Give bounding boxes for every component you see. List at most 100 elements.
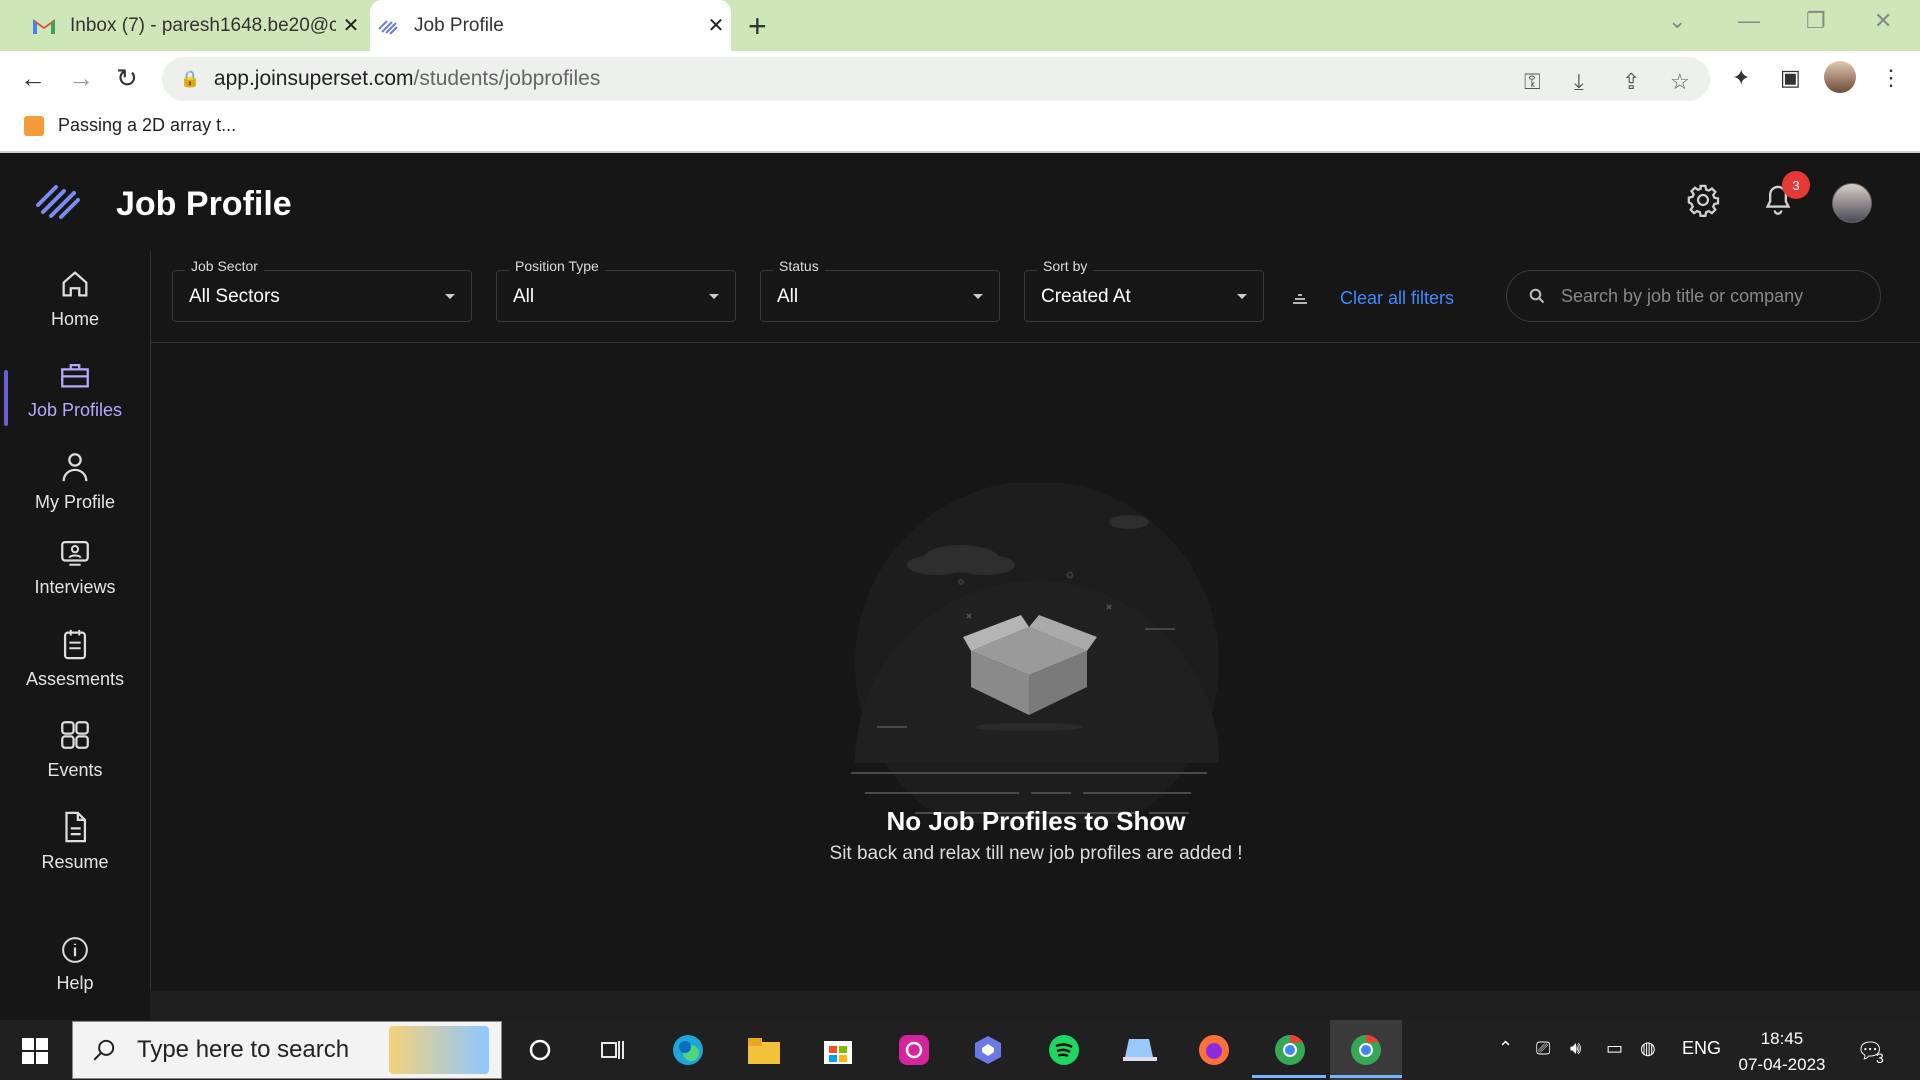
sidebar-item-help[interactable]: Help	[0, 935, 150, 994]
file-explorer-icon[interactable]	[744, 1030, 784, 1070]
star-icon[interactable]: ☆	[1670, 69, 1690, 95]
close-window-button[interactable]: ✕	[1874, 8, 1892, 34]
tab-job-profile[interactable]: Job Profile ✕	[370, 0, 731, 51]
search-input[interactable]: Search by job title or company	[1506, 270, 1881, 322]
taskbar-search-placeholder: Type here to search	[137, 1036, 350, 1063]
field-value: All	[777, 286, 799, 307]
back-icon[interactable]: ←	[20, 63, 46, 94]
language-indicator[interactable]: ENG	[1682, 1038, 1721, 1059]
field-label: Status	[773, 258, 825, 274]
clock[interactable]: 18:45 07-04-2023	[1738, 1026, 1826, 1078]
position-type-select[interactable]: Position Type All	[496, 258, 736, 322]
spotify-icon[interactable]	[1044, 1030, 1084, 1070]
tab-search-icon[interactable]: ⌄	[1668, 8, 1686, 34]
restore-button[interactable]: ❐	[1806, 8, 1826, 34]
url-path: /students/jobprofiles	[413, 67, 601, 90]
cortana-icon[interactable]	[520, 1030, 560, 1070]
clipchamp-icon[interactable]	[968, 1030, 1008, 1070]
caret-down-icon	[709, 294, 719, 299]
sort-order-icon[interactable]	[1291, 289, 1309, 310]
search-highlight-image	[389, 1026, 489, 1074]
microsoft-store-icon[interactable]	[818, 1030, 858, 1070]
bookmark-item[interactable]: Passing a 2D array t...	[24, 115, 236, 136]
minimize-button[interactable]: —	[1738, 8, 1760, 34]
caret-down-icon	[973, 294, 983, 299]
gear-icon[interactable]	[1686, 183, 1720, 222]
chrome-icon[interactable]	[1346, 1030, 1386, 1070]
menu-icon[interactable]: ⋮	[1880, 65, 1902, 91]
field-label: Job Sector	[185, 258, 264, 274]
edge-icon[interactable]	[668, 1030, 708, 1070]
sidebar-item-events[interactable]: Events	[0, 718, 150, 781]
field-value: Created At	[1041, 286, 1131, 307]
search-icon	[93, 1039, 115, 1061]
globe-icon[interactable]: ◍	[1640, 1038, 1656, 1059]
chevron-up-icon[interactable]: ⌃	[1498, 1038, 1513, 1059]
sidebar-item-label: My Profile	[34, 492, 115, 512]
share-icon[interactable]: ⇪	[1622, 69, 1640, 95]
forward-icon[interactable]: →	[68, 63, 94, 94]
tab-title: Job Profile	[414, 14, 504, 36]
help-label: Help	[56, 973, 94, 993]
sort-by-select[interactable]: Sort by Created At	[1024, 258, 1264, 322]
firefox-icon[interactable]	[1194, 1030, 1234, 1070]
empty-box-illustration	[851, 483, 1219, 823]
bookmarks-bar: Passing a 2D array t...	[0, 107, 1920, 153]
tab-gmail[interactable]: Inbox (7) - paresh1648.be20@chi ✕	[26, 0, 366, 51]
windows-start-icon[interactable]	[22, 1038, 48, 1069]
action-center-count: 3	[1876, 1050, 1884, 1066]
interview-icon	[61, 540, 89, 566]
search-placeholder: Search by job title or company	[1561, 285, 1804, 306]
search-icon	[1529, 288, 1545, 304]
clear-filters-link[interactable]: Clear all filters	[1340, 288, 1454, 309]
address-bar[interactable]: 🔒 app.joinsuperset.com/students/jobprofi…	[162, 57, 1710, 101]
caret-down-icon	[445, 294, 455, 299]
laptop-app-icon[interactable]	[1120, 1030, 1160, 1070]
superset-logo-icon	[376, 14, 400, 38]
chrome-profile-icon[interactable]	[1270, 1030, 1310, 1070]
install-icon[interactable]: ⤓	[1574, 69, 1584, 95]
instagram-icon[interactable]	[894, 1030, 934, 1070]
task-view-icon[interactable]	[592, 1030, 632, 1070]
close-tab-icon[interactable]: ✕	[336, 13, 366, 38]
battery-icon[interactable]: ▭	[1606, 1038, 1623, 1059]
sidebar-item-label: Events	[47, 760, 103, 780]
sidebar-item-interviews[interactable]: Interviews	[0, 535, 150, 598]
browser-tab-strip: Inbox (7) - paresh1648.be20@chi ✕ Job Pr…	[0, 0, 1920, 51]
sidebar-item-assesments[interactable]: Assesments	[0, 627, 150, 690]
clipboard-icon	[63, 629, 87, 660]
sidebar-item-my-profile[interactable]: My Profile	[0, 450, 150, 513]
profile-avatar[interactable]	[1824, 61, 1856, 93]
sidebar-item-resume[interactable]: Resume	[0, 810, 150, 873]
reload-icon[interactable]: ↻	[116, 63, 138, 94]
field-value: All	[513, 286, 535, 307]
taskbar-search-input[interactable]: Type here to search	[72, 1021, 502, 1079]
extensions-icon[interactable]: ✦	[1732, 65, 1750, 91]
field-label: Sort by	[1037, 258, 1094, 274]
footer-strip	[150, 991, 1920, 1020]
user-avatar[interactable]	[1832, 183, 1872, 223]
main-content: Job Sector All Sectors Position Type All…	[150, 251, 1920, 990]
page-title: Job Profile	[116, 185, 292, 223]
close-tab-icon[interactable]: ✕	[701, 13, 731, 38]
caret-down-icon	[1237, 294, 1247, 299]
side-panel-icon[interactable]: ▣	[1780, 65, 1801, 91]
document-icon	[65, 811, 87, 843]
notification-badge: 3	[1782, 171, 1810, 199]
sidebar-item-label: Home	[50, 309, 99, 329]
sidebar-item-label: Assesments	[25, 669, 125, 689]
key-icon[interactable]: ⚿	[1524, 69, 1541, 95]
grid-icon	[61, 721, 89, 749]
volume-icon[interactable]: 🔊︎	[1570, 1038, 1581, 1059]
field-label: Position Type	[509, 258, 605, 274]
url-host: app.joinsuperset.com	[213, 67, 414, 90]
new-tab-button[interactable]: +	[748, 8, 767, 45]
sidebar-item-home[interactable]: Home	[0, 267, 150, 330]
sidebar-item-job-profiles[interactable]: Job Profiles	[0, 358, 150, 421]
superset-logo-icon[interactable]	[34, 179, 84, 226]
meet-icon[interactable]: ⎚	[1536, 1038, 1550, 1059]
job-sector-select[interactable]: Job Sector All Sectors	[172, 258, 472, 322]
person-icon	[62, 453, 88, 482]
status-select[interactable]: Status All	[760, 258, 1000, 322]
sidebar-item-label: Job Profiles	[27, 400, 123, 420]
